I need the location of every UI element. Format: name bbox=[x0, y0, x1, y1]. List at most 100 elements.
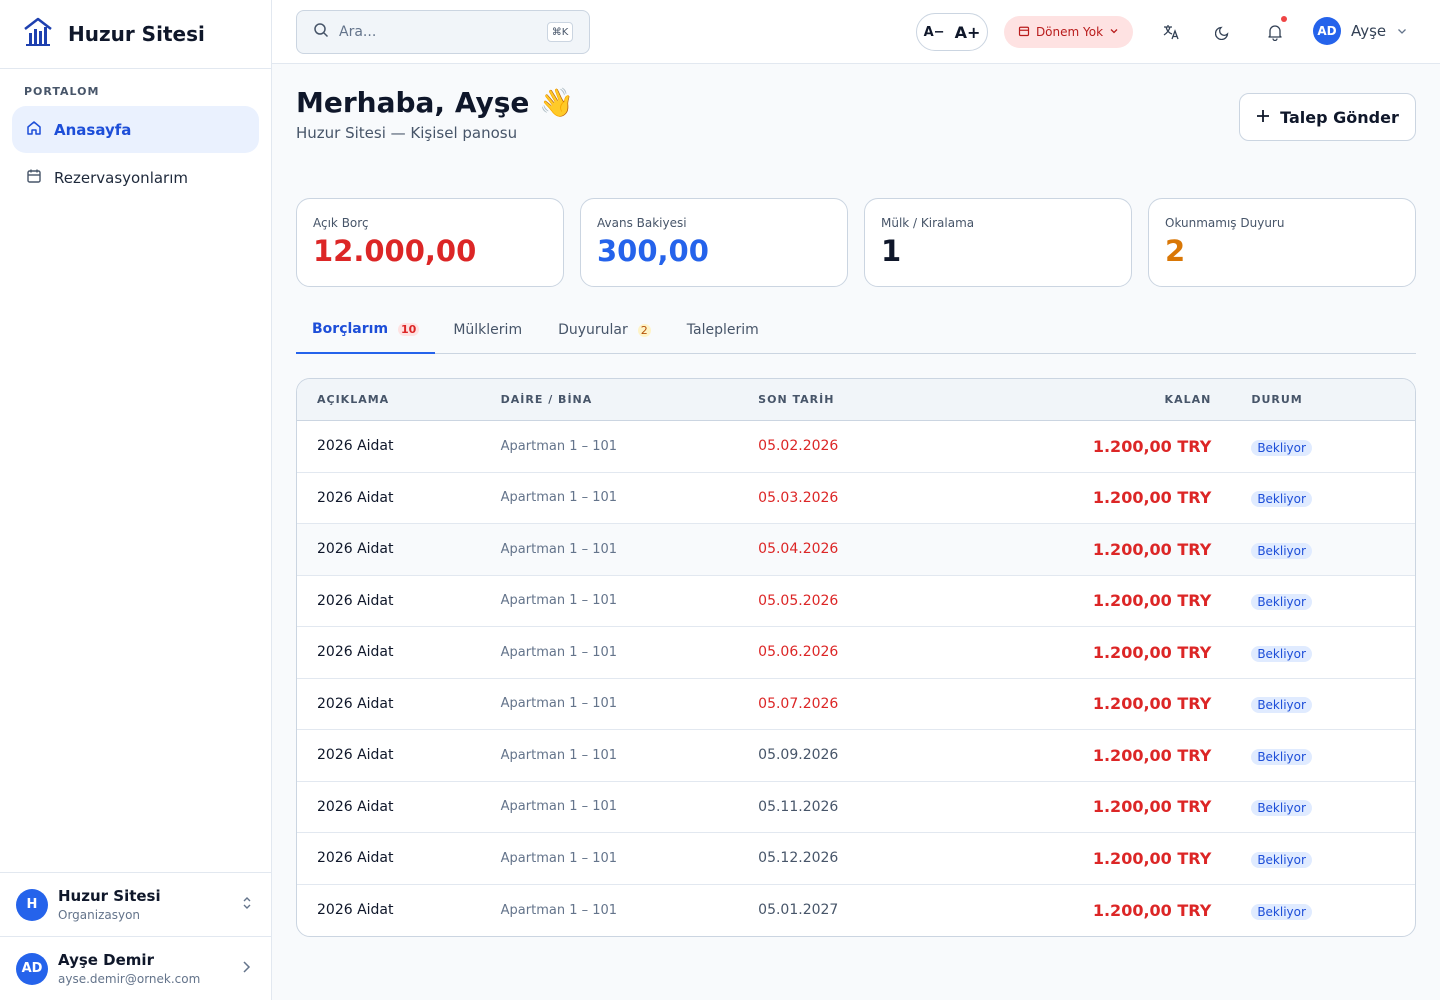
stat-card-label: Avans Bakiyesi bbox=[597, 216, 687, 230]
cell-description: 2026 Aidat bbox=[317, 438, 394, 455]
tab-bar: Borçlarım 10 Mülklerim Duyurular 2 Talep… bbox=[296, 306, 1416, 354]
translate-icon[interactable] bbox=[1159, 20, 1183, 44]
cell-due-date: 05.04.2026 bbox=[758, 541, 839, 558]
table-row[interactable]: 2026 Aidat Apartman 1 – 101 05.09.2026 1.20… bbox=[297, 730, 1415, 782]
search-shortcut: ⌘K bbox=[547, 22, 573, 42]
sidebar-item-home[interactable]: Anasayfa bbox=[12, 106, 259, 153]
notification-bell-icon[interactable] bbox=[1263, 16, 1287, 44]
send-request-button[interactable]: Talep Gönder bbox=[1239, 93, 1416, 141]
table-row[interactable]: 2026 Aidat Apartman 1 – 101 05.04.2026 1.20… bbox=[297, 524, 1415, 576]
column-header-unit: DAİRE / BİNA bbox=[500, 393, 593, 406]
cell-description: 2026 Aidat bbox=[317, 850, 394, 867]
tab-badge: 2 bbox=[637, 323, 651, 337]
status-badge: Bekliyor bbox=[1251, 800, 1312, 817]
table-row[interactable]: 2026 Aidat Apartman 1 – 101 05.05.2026 1.20… bbox=[297, 576, 1415, 627]
cell-description: 2026 Aidat bbox=[317, 541, 394, 558]
cell-status: Bekliyor bbox=[1211, 540, 1415, 559]
brand-name: Huzur Sitesi bbox=[68, 22, 205, 46]
stat-card-property: Mülk / Kiralama 1 bbox=[864, 198, 1132, 287]
table-row[interactable]: 2026 Aidat Apartman 1 – 101 05.06.2026 1.20… bbox=[297, 627, 1415, 679]
cell-due-date: 05.09.2026 bbox=[758, 747, 839, 764]
plus-icon bbox=[1256, 108, 1270, 127]
cell-remaining: 1.200,00 TRY bbox=[1092, 848, 1212, 868]
send-request-label: Talep Gönder bbox=[1280, 107, 1399, 127]
cell-remaining: 1.200,00 TRY bbox=[1092, 694, 1212, 714]
tab-badge: 10 bbox=[398, 322, 420, 336]
stat-card-unread-announcements: Okunmamış Duyuru 2 bbox=[1148, 198, 1416, 287]
notification-dot bbox=[1281, 16, 1287, 22]
cell-unit: Apartman 1 – 101 bbox=[500, 850, 618, 866]
tab-label: Mülklerim bbox=[453, 322, 523, 338]
tab-label: Taleplerim bbox=[686, 322, 759, 338]
debts-table: AÇIKLAMA DAİRE / BİNA SON TARİH KALAN DU… bbox=[296, 378, 1416, 937]
search-input[interactable]: Ara... ⌘K bbox=[296, 10, 590, 54]
stat-cards: Açık Borç 12.000,00 Avans Bakiyesi 300,0… bbox=[296, 198, 1416, 287]
font-decrease-button[interactable]: A− bbox=[924, 25, 945, 40]
cell-due-date: 05.12.2026 bbox=[758, 850, 839, 867]
cell-description: 2026 Aidat bbox=[317, 644, 394, 661]
org-avatar: H bbox=[16, 888, 48, 921]
font-increase-button[interactable]: A+ bbox=[955, 23, 981, 42]
chevron-up-down-icon bbox=[241, 895, 271, 915]
user-menu[interactable]: AD Ayşe Demir ayse.demir@ornek.com bbox=[0, 936, 271, 1000]
tab-debts[interactable]: Borçlarım 10 bbox=[296, 306, 436, 354]
table-row[interactable]: 2026 Aidat Apartman 1 – 101 05.12.2026 1.20… bbox=[297, 833, 1415, 885]
tab-properties[interactable]: Mülklerim bbox=[435, 306, 540, 354]
tab-label: Borçlarım bbox=[312, 321, 389, 337]
cell-due-date: 05.06.2026 bbox=[758, 644, 839, 661]
column-header-description: AÇIKLAMA bbox=[317, 393, 390, 406]
cell-unit: Apartman 1 – 101 bbox=[500, 541, 618, 557]
cell-due-date: 05.07.2026 bbox=[758, 695, 839, 712]
stat-card-advance-balance: Avans Bakiyesi 300,00 bbox=[580, 198, 848, 287]
cell-unit: Apartman 1 – 101 bbox=[500, 644, 618, 660]
sidebar-item-label: Anasayfa bbox=[54, 120, 132, 139]
cell-status: Bekliyor bbox=[1211, 437, 1415, 456]
stat-card-value: 300,00 bbox=[597, 234, 709, 268]
column-header-remaining: KALAN bbox=[1164, 393, 1212, 406]
cell-due-date: 05.03.2026 bbox=[758, 489, 839, 506]
search-placeholder: Ara... bbox=[339, 24, 377, 40]
sidebar-item-label: Rezervasyonlarım bbox=[54, 168, 188, 187]
cell-status: Bekliyor bbox=[1211, 591, 1415, 611]
brand[interactable]: Huzur Sitesi bbox=[0, 0, 271, 69]
status-badge: Bekliyor bbox=[1251, 748, 1312, 765]
cell-remaining: 1.200,00 TRY bbox=[1092, 642, 1212, 662]
profile-menu[interactable]: AD Ayşe bbox=[1313, 17, 1408, 45]
cell-status: Bekliyor bbox=[1211, 797, 1415, 817]
cell-description: 2026 Aidat bbox=[317, 902, 394, 919]
organization-switcher[interactable]: H Huzur Sitesi Organizasyon bbox=[0, 872, 271, 936]
cell-unit: Apartman 1 – 101 bbox=[500, 490, 618, 506]
cell-remaining: 1.200,00 TRY bbox=[1092, 591, 1212, 611]
cell-remaining: 1.200,00 TRY bbox=[1092, 539, 1212, 559]
cell-remaining: 1.200,00 TRY bbox=[1092, 900, 1212, 920]
table-row[interactable]: 2026 Aidat Apartman 1 – 101 05.02.2026 1.20… bbox=[297, 421, 1415, 473]
stat-card-label: Açık Borç bbox=[313, 216, 369, 230]
table-row[interactable]: 2026 Aidat Apartman 1 – 101 05.01.2027 1.20… bbox=[297, 885, 1415, 937]
page-subtitle: Huzur Sitesi — Kişisel panosu bbox=[296, 124, 518, 142]
stat-card-value: 1 bbox=[881, 234, 902, 268]
table-row[interactable]: 2026 Aidat Apartman 1 – 101 05.11.2026 1.20… bbox=[297, 782, 1415, 833]
user-avatar: AD bbox=[16, 952, 48, 985]
cell-due-date: 05.02.2026 bbox=[758, 438, 839, 455]
sidebar-item-reservations[interactable]: Rezervasyonlarım bbox=[12, 154, 259, 201]
table-row[interactable]: 2026 Aidat Apartman 1 – 101 05.03.2026 1.20… bbox=[297, 473, 1415, 524]
cell-description: 2026 Aidat bbox=[317, 489, 394, 506]
status-badge: Bekliyor bbox=[1251, 697, 1312, 714]
tab-announcements[interactable]: Duyurular 2 bbox=[540, 306, 669, 354]
calendar-icon bbox=[1018, 25, 1030, 40]
dark-mode-icon[interactable] bbox=[1211, 20, 1235, 44]
cell-status: Bekliyor bbox=[1211, 694, 1415, 714]
cell-unit: Apartman 1 – 101 bbox=[500, 799, 618, 815]
cell-unit: Apartman 1 – 101 bbox=[500, 696, 618, 712]
tab-requests[interactable]: Taleplerim bbox=[669, 306, 777, 354]
cell-unit: Apartman 1 – 101 bbox=[500, 593, 618, 609]
cell-description: 2026 Aidat bbox=[317, 747, 394, 764]
table-row[interactable]: 2026 Aidat Apartman 1 – 101 05.07.2026 1.20… bbox=[297, 679, 1415, 730]
cell-status: Bekliyor bbox=[1211, 901, 1415, 920]
stat-card-open-debt: Açık Borç 12.000,00 bbox=[296, 198, 564, 287]
period-selector[interactable]: Dönem Yok bbox=[1004, 16, 1133, 48]
profile-avatar: AD bbox=[1313, 17, 1341, 45]
topbar: Ara... ⌘K A− A+ Dönem Yok AD Ayşe bbox=[272, 0, 1440, 64]
stat-card-value: 12.000,00 bbox=[313, 234, 477, 268]
chevron-right-icon bbox=[241, 960, 271, 978]
